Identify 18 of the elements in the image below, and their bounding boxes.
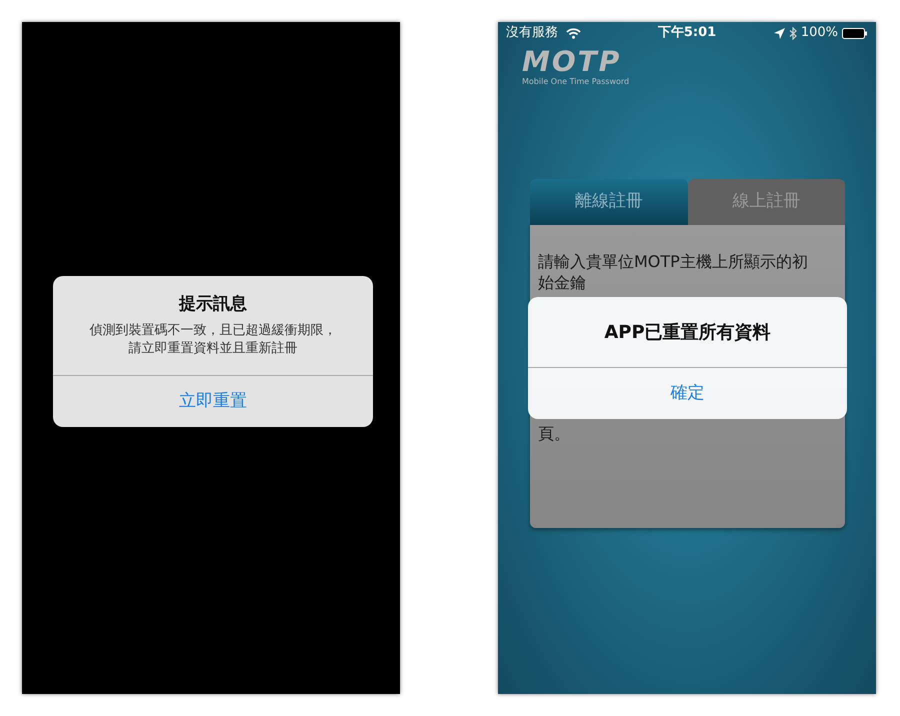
logo-subtitle: Mobile One Time Password <box>522 76 630 88</box>
logo-text: MOTP <box>522 48 622 76</box>
reset-button[interactable]: 立即重置 <box>53 376 373 428</box>
location-icon <box>774 28 785 38</box>
battery-icon <box>842 28 868 38</box>
tab[interactable]: 離線註冊 <box>530 179 688 225</box>
carrier-label: 沒有服務 <box>506 24 558 42</box>
ok-button[interactable]: 確定 <box>528 368 847 419</box>
tab[interactable]: 線上註冊 <box>688 179 845 225</box>
alert-title: APP已重置所有資料 <box>603 320 772 344</box>
instruction-text: 請輸入貴單位MOTP主機上所顯示的初始金鑰 <box>538 252 809 294</box>
status-time: 下午5:01 <box>656 24 718 42</box>
alert-message: 偵測到裝置碼不一致，且已超過緩衝期限，請立即重置資料並且重新註冊 <box>88 322 338 358</box>
battery-percent: 100% <box>800 24 838 42</box>
bluetooth-icon <box>788 26 797 40</box>
note-text: 頁。 <box>538 424 571 444</box>
alert-title: 提示訊息 <box>178 293 248 316</box>
wifi-icon <box>566 28 581 38</box>
